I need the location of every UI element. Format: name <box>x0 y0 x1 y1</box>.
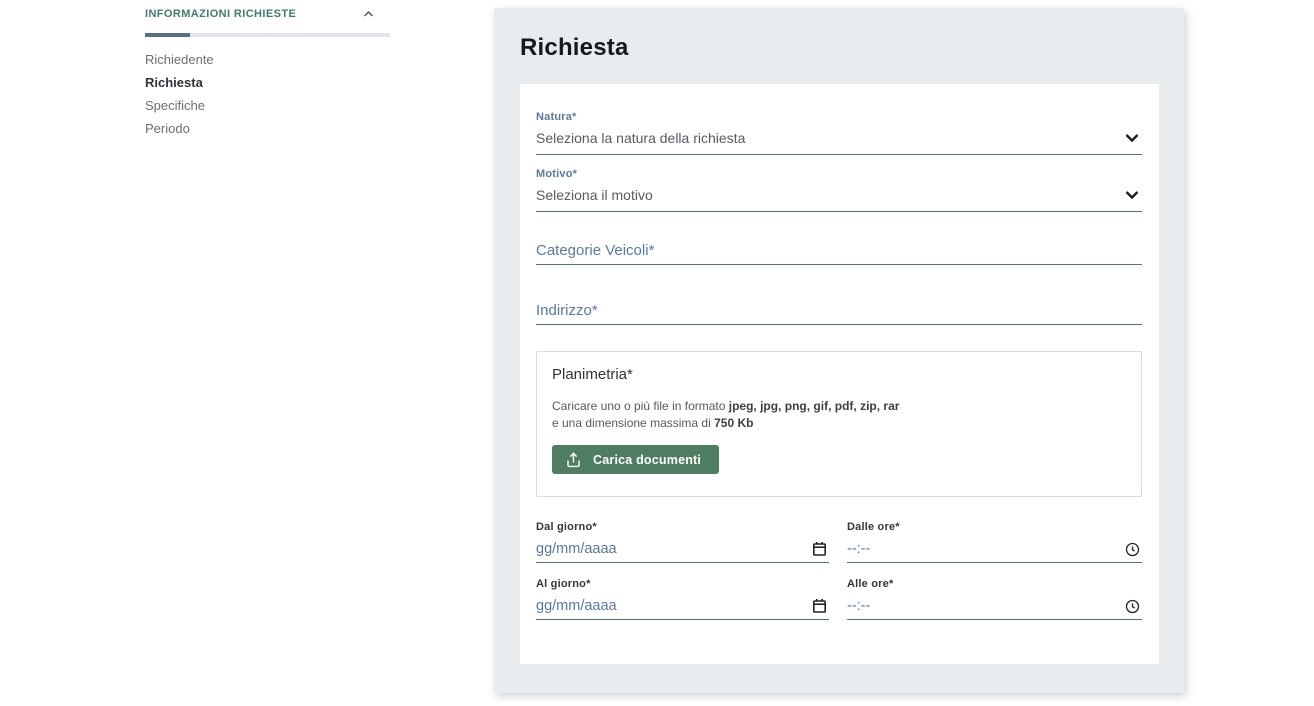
indirizzo-label: Indirizzo* <box>536 302 598 319</box>
planimetria-hint: Caricare uno o più file in formato jpeg,… <box>552 398 1126 432</box>
main-panel: Richiesta Natura* Seleziona la natura de… <box>494 8 1184 693</box>
hint-formats-list: jpeg, jpg, png, gif, pdf, zip, rar <box>729 399 900 413</box>
page-title: Richiesta <box>520 34 1184 62</box>
hint-size-value: 750 Kb <box>714 416 753 430</box>
dal-giorno-label: Dal giorno* <box>536 521 829 533</box>
sidebar-title: INFORMAZIONI RICHIESTE <box>145 8 296 20</box>
progress-bar <box>145 33 390 37</box>
field-dal-giorno: Dal giorno* gg/mm/aaaa <box>536 521 829 563</box>
alle-ore-label: Alle ore* <box>847 578 1142 590</box>
sidebar-item-richiedente[interactable]: Richiedente <box>145 53 390 66</box>
categorie-veicoli-label: Categorie Veicoli* <box>536 242 654 259</box>
dal-giorno-date-input[interactable]: gg/mm/aaaa <box>536 541 829 563</box>
carica-documenti-button[interactable]: Carica documenti <box>552 445 719 474</box>
field-dalle-ore: Dalle ore* --:-- <box>847 521 1142 563</box>
sidebar-item-richiesta[interactable]: Richiesta <box>145 76 390 89</box>
alle-ore-time-input[interactable]: --:-- <box>847 598 1142 620</box>
natura-select-value: Seleziona la natura della richiesta <box>536 130 745 146</box>
chevron-down-icon <box>1125 190 1139 200</box>
categorie-veicoli-input[interactable]: Categorie Veicoli* <box>536 242 1142 265</box>
field-alle-ore: Alle ore* --:-- <box>847 578 1142 620</box>
sidebar-header: INFORMAZIONI RICHIESTE <box>145 8 390 20</box>
clock-icon[interactable] <box>1125 542 1140 557</box>
upload-icon <box>566 452 581 468</box>
field-motivo: Motivo* Seleziona il motivo <box>536 168 1142 212</box>
chevron-down-icon <box>1125 133 1139 143</box>
hint-size-prefix: e una dimensione massima di <box>552 416 714 430</box>
natura-label: Natura* <box>536 111 1142 123</box>
calendar-icon[interactable] <box>812 598 827 614</box>
chevron-up-icon[interactable] <box>363 10 374 18</box>
dalle-ore-time-input[interactable]: --:-- <box>847 541 1142 563</box>
field-al-giorno: Al giorno* gg/mm/aaaa <box>536 578 829 620</box>
al-giorno-date-input[interactable]: gg/mm/aaaa <box>536 598 829 620</box>
planimetria-upload-box: Planimetria* Caricare uno o più file in … <box>536 351 1142 497</box>
natura-select[interactable]: Seleziona la natura della richiesta <box>536 130 1142 155</box>
motivo-select-value: Seleziona il motivo <box>536 187 653 203</box>
dal-giorno-placeholder: gg/mm/aaaa <box>536 541 617 557</box>
sidebar-item-periodo[interactable]: Periodo <box>145 122 390 135</box>
motivo-label: Motivo* <box>536 168 1142 180</box>
clock-icon[interactable] <box>1125 599 1140 614</box>
calendar-icon[interactable] <box>812 541 827 557</box>
field-natura: Natura* Seleziona la natura della richie… <box>536 111 1142 155</box>
wizard-sidebar: INFORMAZIONI RICHIESTE Richiedente Richi… <box>145 8 390 145</box>
progress-bar-fill <box>145 33 190 37</box>
period-fields: Dal giorno* gg/mm/aaaa Dalle ore* <box>536 521 1142 620</box>
form-card: Natura* Seleziona la natura della richie… <box>520 84 1159 664</box>
hint-formats-prefix: Caricare uno o più file in formato <box>552 399 729 413</box>
carica-documenti-label: Carica documenti <box>593 453 701 467</box>
motivo-select[interactable]: Seleziona il motivo <box>536 187 1142 212</box>
dalle-ore-label: Dalle ore* <box>847 521 1142 533</box>
alle-ore-placeholder: --:-- <box>847 598 870 614</box>
sidebar-item-specifiche[interactable]: Specifiche <box>145 99 390 112</box>
indirizzo-input[interactable]: Indirizzo* <box>536 302 1142 325</box>
planimetria-label: Planimetria* <box>552 366 1126 383</box>
al-giorno-placeholder: gg/mm/aaaa <box>536 598 617 614</box>
sidebar-nav: Richiedente Richiesta Specifiche Periodo <box>145 53 390 135</box>
al-giorno-label: Al giorno* <box>536 578 829 590</box>
dalle-ore-placeholder: --:-- <box>847 541 870 557</box>
